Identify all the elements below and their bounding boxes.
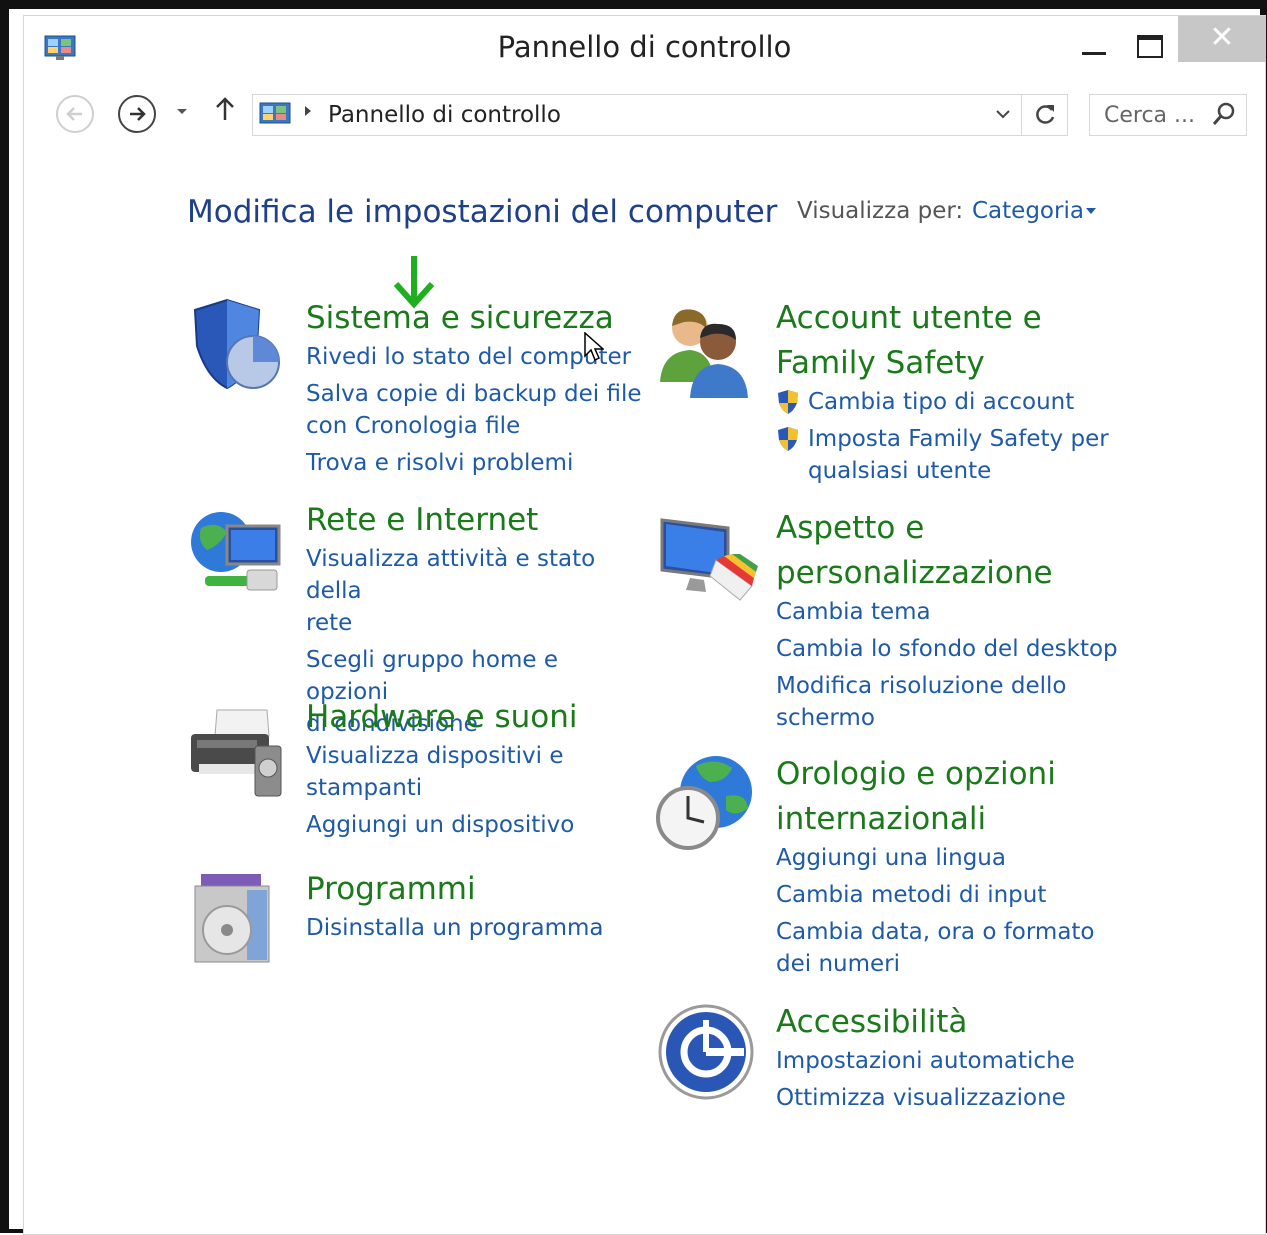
category-system-security: Sistema e sicurezza Rivedi lo stato del … (306, 296, 646, 479)
view-by-dropdown[interactable]: Categoria (972, 198, 1084, 224)
address-history-dropdown[interactable] (995, 101, 1011, 126)
users-icon[interactable] (654, 302, 754, 402)
link-input-methods[interactable]: Cambia metodi di input (776, 879, 1136, 911)
programs-disc-icon[interactable] (187, 872, 287, 972)
forward-arrow-icon (130, 107, 146, 121)
refresh-icon (1035, 105, 1054, 124)
link-line: Visualizza dispositivi e (306, 743, 564, 769)
link-screen-resolution[interactable]: Modifica risoluzione dello schermo (776, 670, 1136, 734)
up-button[interactable] (214, 96, 236, 129)
category-title[interactable]: Rete e Internet (306, 498, 646, 543)
view-by-label: Visualizza per: (797, 198, 964, 224)
category-appearance: Aspetto e personalizzazione Cambia tema … (776, 506, 1136, 734)
link-line: schermo (776, 705, 875, 731)
category-title[interactable]: Hardware e suoni (306, 695, 646, 740)
category-title[interactable]: Account utente e Family Safety (776, 296, 1136, 386)
window-frame: Pannello di controllo ✕ Pannello di cont… (0, 0, 1267, 1235)
title-line: internazionali (776, 801, 987, 837)
link-uninstall-program[interactable]: Disinstalla un programma (306, 912, 646, 944)
link-family-safety[interactable]: Imposta Family Safety per qualsiasi uten… (776, 423, 1136, 487)
network-globe-icon[interactable] (187, 506, 287, 606)
link-line: Modifica risoluzione dello (776, 673, 1067, 699)
title-line: Orologio e opzioni (776, 756, 1056, 792)
link-change-theme[interactable]: Cambia tema (776, 596, 1136, 628)
link-optimize-display[interactable]: Ottimizza visualizzazione (776, 1082, 1136, 1114)
maximize-button[interactable] (1124, 22, 1174, 72)
control-panel-window: Pannello di controllo ✕ Pannello di cont… (23, 15, 1266, 1235)
shield-icon[interactable] (187, 296, 283, 400)
up-arrow-icon (216, 97, 234, 120)
category-title[interactable]: Aspetto e personalizzazione (776, 506, 1136, 596)
link-line: Cambia tipo di account (808, 389, 1075, 415)
green-down-arrow-icon (392, 254, 436, 314)
link-add-device[interactable]: Aggiungi un dispositivo (306, 809, 646, 841)
link-automatic-settings[interactable]: Impostazioni automatiche (776, 1045, 1136, 1077)
title-line: personalizzazione (776, 555, 1053, 591)
title-line: Aspetto e (776, 510, 925, 546)
link-backup-file-history[interactable]: Salva copie di backup dei file con Crono… (306, 378, 646, 442)
address-bar[interactable]: Pannello di controllo (252, 94, 1022, 136)
minimize-icon (1082, 52, 1106, 55)
link-line: stampanti (306, 775, 423, 801)
category-clock-region: Orologio e opzioni internazionali Aggiun… (776, 752, 1136, 980)
link-line: Cambia data, ora o formato (776, 919, 1095, 945)
title-line: Family Safety (776, 345, 985, 381)
chevron-down-icon (177, 109, 187, 114)
chevron-down-icon[interactable] (1086, 208, 1096, 214)
link-date-time-format[interactable]: Cambia data, ora o formato dei numeri (776, 916, 1136, 980)
category-hardware-sound: Hardware e suoni Visualizza dispositivi … (306, 695, 646, 841)
link-line: Salva copie di backup dei file (306, 381, 642, 407)
link-change-account-type[interactable]: Cambia tipo di account (776, 386, 1136, 418)
category-title[interactable]: Programmi (306, 867, 646, 912)
category-accessibility: Accessibilità Impostazioni automatiche O… (776, 1000, 1136, 1114)
search-input[interactable]: Cerca ... (1104, 103, 1195, 128)
link-troubleshoot[interactable]: Trova e risolvi problemi (306, 447, 646, 479)
recent-locations-dropdown[interactable] (176, 104, 188, 120)
category-programs: Programmi Disinstalla un programma (306, 867, 646, 944)
link-add-language[interactable]: Aggiungi una lingua (776, 842, 1136, 874)
breadcrumb[interactable]: Pannello di controllo (328, 102, 561, 128)
back-arrow-icon (66, 107, 82, 121)
accessibility-icon[interactable] (658, 1002, 758, 1106)
forward-button[interactable] (118, 95, 156, 133)
link-line: Visualizza attività e stato della (306, 546, 596, 604)
refresh-button[interactable] (1022, 94, 1068, 136)
control-panel-small-icon (259, 101, 291, 133)
clock-globe-icon[interactable] (656, 752, 756, 856)
page-title: Modifica le impostazioni del computer (187, 194, 778, 230)
search-icon[interactable] (1212, 102, 1236, 132)
link-line: dei numeri (776, 951, 901, 977)
title-line: Account utente e (776, 300, 1042, 336)
minimize-button[interactable] (1070, 22, 1120, 72)
breadcrumb-separator-icon[interactable] (303, 103, 313, 123)
link-change-desktop-background[interactable]: Cambia lo sfondo del desktop (776, 633, 1136, 665)
uac-shield-icon (776, 426, 800, 461)
maximize-icon (1137, 35, 1163, 58)
category-title[interactable]: Accessibilità (776, 1000, 1136, 1045)
close-button[interactable]: ✕ (1178, 16, 1266, 62)
chevron-down-icon (996, 110, 1010, 119)
mouse-cursor-icon (584, 331, 605, 366)
uac-shield-icon (776, 389, 800, 424)
navigation-bar: Pannello di controllo Cerca ... (24, 80, 1265, 150)
back-button[interactable] (56, 95, 94, 133)
title-bar: Pannello di controllo ✕ (24, 16, 1266, 80)
link-line: Imposta Family Safety per (808, 426, 1109, 452)
category-title[interactable]: Orologio e opzioni internazionali (776, 752, 1136, 842)
close-icon: ✕ (1209, 20, 1235, 55)
link-line: rete (306, 610, 353, 636)
search-box[interactable]: Cerca ... (1089, 94, 1247, 136)
printer-icon[interactable] (187, 706, 287, 806)
link-line: con Cronologia file (306, 413, 521, 439)
link-network-status[interactable]: Visualizza attività e stato della rete (306, 543, 646, 639)
monitor-palette-icon[interactable] (660, 516, 760, 616)
link-line: qualsiasi utente (808, 458, 992, 484)
link-devices-printers[interactable]: Visualizza dispositivi e stampanti (306, 740, 646, 804)
category-user-accounts: Account utente e Family Safety Cambia ti… (776, 296, 1136, 487)
